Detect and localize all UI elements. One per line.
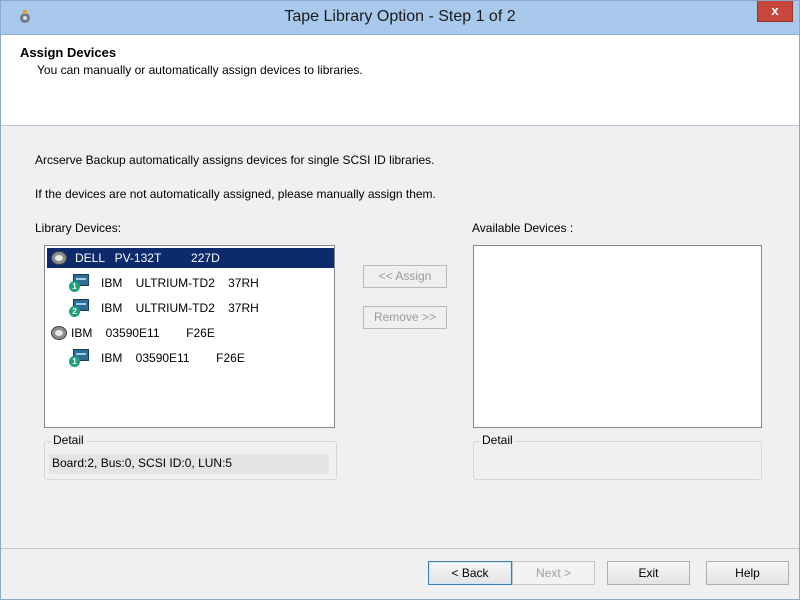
library-icon [51, 326, 67, 340]
tape-drive-icon: 1 [69, 274, 90, 292]
tape-drive-icon: 1 [69, 349, 90, 367]
available-devices-list[interactable] [473, 245, 762, 428]
tree-item-label: IBM 03590E11 F26E [101, 351, 245, 365]
title-bar[interactable]: Tape Library Option - Step 1 of 2 x [1, 1, 799, 35]
library-icon [51, 251, 67, 265]
help-button[interactable]: Help [706, 561, 789, 585]
library-devices-tree[interactable]: DELL PV-132T 227D 1 IBM ULTRIUM-TD2 37RH… [44, 245, 335, 428]
tree-item-label: IBM ULTRIUM-TD2 37RH [101, 301, 259, 315]
info-text-manual-assign: If the devices are not automatically ass… [35, 187, 436, 201]
library-detail-group: Detail Board:2, Bus:0, SCSI ID:0, LUN:5 [44, 433, 337, 480]
tree-item-tape-drive[interactable]: 1 IBM 03590E11 F26E [45, 346, 334, 370]
library-devices-label: Library Devices: [35, 221, 122, 235]
tape-drive-icon: 2 [69, 299, 90, 317]
tree-item-label: IBM ULTRIUM-TD2 37RH [101, 276, 259, 290]
tree-item-ibm-library[interactable]: IBM 03590E11 F26E [45, 321, 334, 345]
available-detail-group: Detail [473, 433, 762, 480]
close-icon: x [771, 3, 779, 18]
assign-button[interactable]: << Assign [363, 265, 447, 288]
tape-library-wizard-window: Tape Library Option - Step 1 of 2 x Assi… [0, 0, 800, 600]
exit-button[interactable]: Exit [607, 561, 690, 585]
window-title: Tape Library Option - Step 1 of 2 [284, 8, 516, 25]
header-panel: Assign Devices You can manually or autom… [1, 35, 799, 126]
header-subtitle: You can manually or automatically assign… [37, 63, 363, 77]
tree-item-tape-drive[interactable]: 1 IBM ULTRIUM-TD2 37RH [45, 271, 334, 295]
back-button[interactable]: < Back [428, 561, 512, 585]
tree-item-label: IBM 03590E11 F26E [71, 326, 215, 340]
detail-legend: Detail [51, 433, 86, 447]
header-title: Assign Devices [20, 45, 117, 60]
next-button[interactable]: Next > [512, 561, 595, 585]
library-detail-value: Board:2, Bus:0, SCSI ID:0, LUN:5 [49, 454, 329, 474]
tree-item-label: DELL PV-132T 227D [75, 251, 220, 265]
info-text-auto-assign: Arcserve Backup automatically assigns de… [35, 153, 435, 167]
close-button[interactable]: x [757, 1, 793, 22]
tree-item-tape-drive[interactable]: 2 IBM ULTRIUM-TD2 37RH [45, 296, 334, 320]
detail-legend: Detail [480, 433, 515, 447]
remove-button[interactable]: Remove >> [363, 306, 447, 329]
tree-item-dell-library[interactable]: DELL PV-132T 227D [45, 246, 334, 270]
available-devices-label: Available Devices : [472, 221, 574, 235]
